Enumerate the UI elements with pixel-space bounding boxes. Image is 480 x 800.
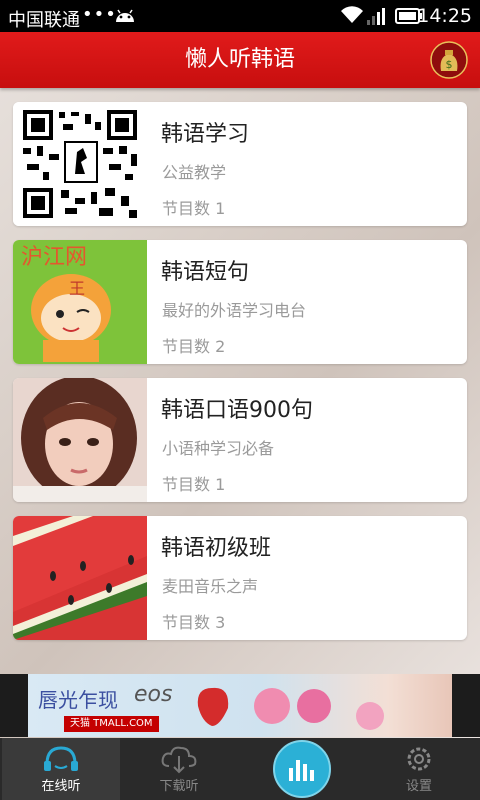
ad-frame-right — [452, 674, 480, 737]
signal-icon — [366, 6, 388, 31]
ad-brand: eos — [134, 682, 173, 707]
program-count: 节目数 1 — [162, 199, 226, 218]
ad-frame-left — [0, 674, 28, 737]
program-subtitle: 公益教学 — [162, 163, 227, 182]
program-card[interactable]: 韩语初级班 麦田音乐之声 节目数 3 — [13, 516, 467, 640]
ad-headline: 唇光乍现 — [38, 688, 118, 712]
gear-icon — [407, 747, 431, 771]
girl-portrait-thumbnail — [13, 378, 147, 502]
program-count: 节目数 3 — [162, 613, 226, 632]
program-subtitle: 麦田音乐之声 — [162, 577, 259, 596]
tab-settings[interactable]: 设置 — [360, 738, 478, 800]
program-card[interactable]: 沪江网 王 韩语短句 最好的外语学习电台 节目数 2 — [13, 240, 467, 364]
program-subtitle: 小语种学习必备 — [162, 439, 275, 458]
carrier-label: 中国联通 — [8, 10, 80, 31]
app-header: 懒人听韩语 $ — [0, 32, 480, 88]
notification-dots: ••• — [82, 4, 117, 25]
program-list: 韩语学习 公益教学 节目数 1 沪江网 王 韩语短句 最好的外语学习电台 节目数… — [13, 102, 467, 654]
ad-store-badge: 天猫 TMALL.COM — [64, 716, 159, 732]
program-title: 韩语学习 — [161, 122, 250, 147]
clock: 14:25 — [417, 5, 472, 27]
wifi-icon — [340, 5, 364, 30]
tab-download-listen[interactable]: 下载听 — [120, 738, 238, 800]
cloud-download-icon — [161, 746, 197, 774]
thumb-logo-text: 沪江网 — [21, 245, 87, 270]
tab-label: 设置 — [405, 779, 432, 794]
tab-online-listen[interactable]: 在线听 — [2, 738, 120, 800]
android-icon — [114, 7, 136, 28]
program-card[interactable]: 韩语口语900句 小语种学习必备 节目数 1 — [13, 378, 467, 502]
equalizer-icon — [289, 760, 314, 781]
program-card[interactable]: 韩语学习 公益教学 节目数 1 — [13, 102, 467, 226]
ad-banner[interactable]: 唇光乍现 eos 天猫 TMALL.COM — [28, 674, 452, 737]
program-title: 韩语口语900句 — [161, 398, 313, 423]
tab-label: 在线听 — [41, 779, 81, 794]
tab-label: 下载听 — [159, 779, 199, 794]
program-title: 韩语初级班 — [161, 536, 272, 561]
bottom-tab-bar: 在线听 下载听 设置 — [0, 738, 480, 800]
ad-product-image — [197, 687, 384, 730]
program-subtitle: 最好的外语学习电台 — [162, 301, 307, 320]
headphones-cloud-icon — [44, 746, 78, 771]
money-bag-icon[interactable]: $ — [430, 41, 468, 79]
page-title: 懒人听韩语 — [184, 47, 295, 72]
now-playing-button[interactable] — [273, 740, 331, 798]
watermelon-thumbnail — [13, 516, 147, 640]
svg-text:王: 王 — [69, 279, 85, 298]
program-count: 节目数 2 — [162, 337, 226, 356]
status-bar: 中国联通 ••• 14:25 — [0, 0, 480, 32]
hujiang-mascot-thumbnail: 沪江网 王 — [13, 240, 147, 364]
svg-text:$: $ — [446, 58, 453, 71]
program-count: 节目数 1 — [162, 475, 226, 494]
program-title: 韩语短句 — [161, 260, 250, 285]
qr-code-thumbnail — [13, 102, 147, 226]
